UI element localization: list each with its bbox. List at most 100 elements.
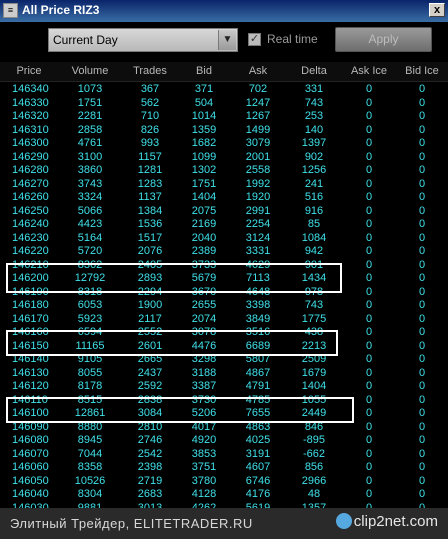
table-cell: 3124 [245, 231, 271, 244]
table-cell: 1283 [137, 177, 163, 190]
period-select[interactable]: Current Day ▼ [48, 28, 238, 52]
highlight-box [6, 330, 338, 356]
table-cell: 3751 [191, 461, 217, 473]
table-cell: 0 [365, 123, 373, 136]
table-cell: 2542 [137, 447, 163, 460]
table-cell: 0 [365, 474, 373, 487]
table-cell: 1499 [245, 123, 271, 136]
table-cell: 0 [418, 218, 426, 230]
table-cell: 2254 [245, 218, 271, 230]
table-cell: 1751 [191, 177, 217, 190]
table-cell: 5720 [77, 245, 103, 257]
table-cell: 743 [304, 299, 324, 311]
table-cell: 1014 [191, 110, 217, 122]
grid-header: Price Volume Trades Bid Ask Delta Ask Ice Bid I… [0, 62, 448, 82]
table-cell: 1157 [138, 150, 162, 163]
table-cell: 0 [365, 312, 373, 325]
column-header[interactable]: Ask Ice [342, 65, 396, 77]
table-cell: 2592 [137, 380, 163, 392]
table-cell: 85 [307, 218, 321, 230]
table-cell: 5066 [77, 204, 103, 217]
table-cell: 2281 [77, 110, 103, 122]
table-cell: 3849 [245, 312, 271, 325]
table-cell: 3853 [191, 447, 217, 460]
table-cell: 1682 [191, 137, 217, 149]
table-cell: 2746 [137, 434, 163, 446]
table-cell: 4791 [245, 380, 271, 392]
column-header[interactable]: Trades [122, 65, 178, 77]
table-cell: 6746 [245, 474, 271, 487]
table-cell: 2719 [137, 474, 163, 487]
table-cell: 0 [365, 150, 373, 163]
table-cell: 4025 [245, 434, 271, 446]
table-cell: 1679 [301, 366, 327, 379]
table-cell: 1404 [191, 191, 217, 203]
column-header[interactable]: Price [0, 65, 58, 77]
table-cell: 3387 [191, 380, 217, 392]
watermark-text: Элитный Трейдер, ELITETRADER.RU [10, 516, 253, 531]
table-cell: 0 [365, 218, 373, 230]
table-cell: 2389 [191, 245, 217, 257]
table-cell: 1536 [137, 218, 163, 230]
table-cell: 2075 [191, 204, 217, 217]
chevron-down-icon[interactable]: ▼ [218, 30, 236, 50]
table-cell: 1267 [245, 110, 271, 122]
table-cell: 4607 [245, 461, 271, 473]
column-header[interactable]: Ask [230, 65, 286, 77]
table-cell: 702 [248, 83, 268, 95]
table-cell: 0 [365, 339, 373, 352]
table-cell: 0 [418, 434, 426, 446]
table-cell: 0 [418, 447, 426, 460]
brand-logo: clip2net.com [335, 513, 438, 530]
table-cell: 2858 [77, 123, 103, 136]
table-cell: 1751 [77, 96, 103, 109]
table-cell: 0 [365, 96, 373, 109]
app-icon: ≡ [3, 3, 18, 18]
table-row[interactable]: 146030 9881 3013 4262 5619 1357 0 0 [0, 501, 448, 509]
table-cell: 1404 [301, 380, 327, 392]
table-cell: 3324 [77, 191, 103, 203]
table-cell: 0 [365, 447, 373, 460]
table-cell: 0 [365, 191, 373, 203]
table-cell: 0 [418, 123, 426, 136]
table-cell: 0 [418, 191, 426, 203]
table-cell: 2398 [137, 461, 163, 473]
column-header[interactable]: Delta [286, 65, 342, 77]
table-cell: 1281 [137, 164, 163, 176]
column-header[interactable]: Bid [178, 65, 230, 77]
close-button[interactable]: x [429, 3, 445, 17]
table-cell: 1920 [245, 191, 271, 203]
table-cell: 0 [418, 326, 426, 338]
table-cell: 0 [365, 461, 373, 473]
table-cell: 48 [307, 488, 321, 500]
table-cell: 140 [304, 123, 324, 136]
table-cell: 0 [365, 434, 373, 446]
table-cell: 2117 [138, 312, 162, 325]
table-cell: 2437 [137, 366, 163, 379]
table-cell: 3188 [191, 366, 217, 379]
table-cell: 0 [418, 137, 426, 149]
table-cell: 4761 [77, 137, 103, 149]
table-cell: 2001 [245, 150, 271, 163]
period-select-value: Current Day [53, 33, 118, 47]
table-cell: 1099 [191, 150, 217, 163]
column-header[interactable]: Volume [58, 65, 122, 77]
table-cell: 0 [365, 137, 373, 149]
table-cell: 0 [418, 258, 426, 271]
realtime-label: Real time [267, 32, 318, 46]
highlight-box [6, 263, 342, 293]
window-title: All Price RIZ3 [22, 3, 100, 17]
table-cell: 942 [304, 245, 324, 257]
column-header[interactable]: Bid Ice [396, 65, 448, 77]
table-cell: 0 [418, 204, 426, 217]
realtime-checkbox[interactable]: ✓ [248, 33, 261, 46]
table-cell: 0 [365, 164, 373, 176]
table-cell: 0 [365, 353, 373, 365]
table-cell: 0 [418, 461, 426, 473]
table-cell: 916 [304, 204, 324, 217]
table-cell: 3191 [245, 447, 271, 460]
table-cell: 3780 [191, 474, 217, 487]
apply-button[interactable]: Apply [335, 27, 432, 52]
table-cell: 0 [365, 366, 373, 379]
table-cell: 4128 [191, 488, 217, 500]
